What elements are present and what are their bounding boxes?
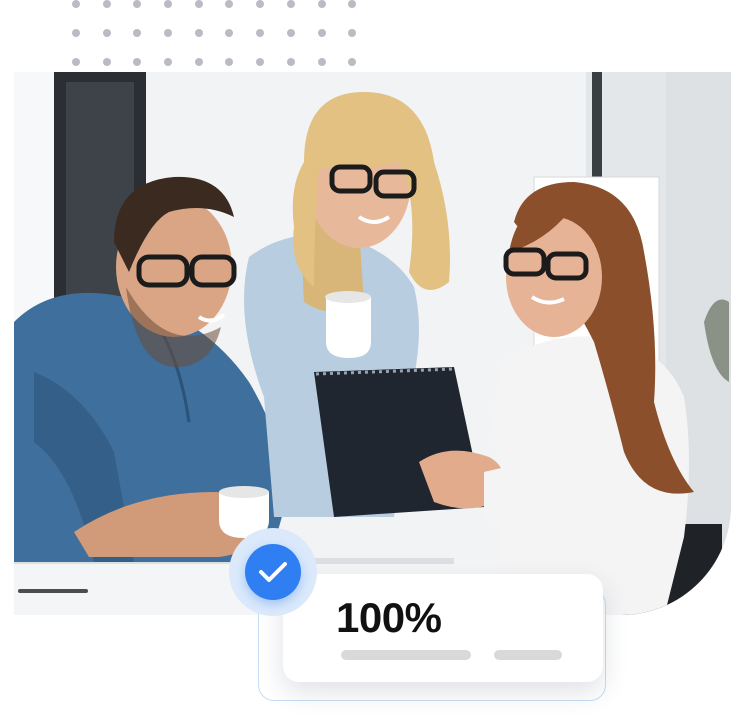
grid-dot bbox=[286, 29, 295, 37]
grid-dot bbox=[102, 58, 111, 66]
grid-dot bbox=[194, 29, 203, 37]
placeholder-bar-secondary bbox=[494, 650, 562, 660]
grid-dot bbox=[133, 29, 142, 37]
grid-dot bbox=[286, 58, 295, 66]
grid-dot bbox=[256, 29, 265, 37]
grid-dot bbox=[256, 58, 265, 66]
grid-dot bbox=[194, 58, 203, 66]
check-badge bbox=[245, 544, 301, 600]
progress-card: 100% bbox=[283, 574, 603, 682]
checkmark-icon bbox=[259, 562, 287, 582]
grid-dot bbox=[164, 0, 173, 8]
decorative-dot-grid bbox=[72, 0, 368, 70]
grid-dot bbox=[72, 58, 80, 66]
team-photo bbox=[14, 72, 731, 615]
grid-dot bbox=[348, 0, 357, 8]
grid-dot bbox=[317, 29, 326, 37]
grid-dot bbox=[164, 58, 173, 66]
grid-dot bbox=[72, 29, 80, 37]
grid-dot bbox=[317, 58, 326, 66]
grid-dot bbox=[225, 29, 234, 37]
grid-dot bbox=[348, 58, 357, 66]
grid-dot bbox=[194, 0, 203, 8]
grid-dot bbox=[225, 0, 234, 8]
grid-dot bbox=[348, 29, 357, 37]
grid-dot bbox=[286, 0, 295, 8]
grid-dot bbox=[256, 0, 265, 8]
progress-value: 100% bbox=[336, 594, 442, 641]
grid-dot bbox=[225, 58, 234, 66]
team-photo-illustration bbox=[14, 72, 731, 615]
grid-dot bbox=[133, 58, 142, 66]
grid-dot bbox=[164, 29, 173, 37]
grid-dot bbox=[317, 0, 326, 8]
grid-dot bbox=[72, 0, 80, 8]
grid-dot bbox=[133, 0, 142, 8]
grid-dot bbox=[102, 29, 111, 37]
placeholder-bar-primary bbox=[341, 650, 471, 660]
grid-dot bbox=[102, 0, 111, 8]
